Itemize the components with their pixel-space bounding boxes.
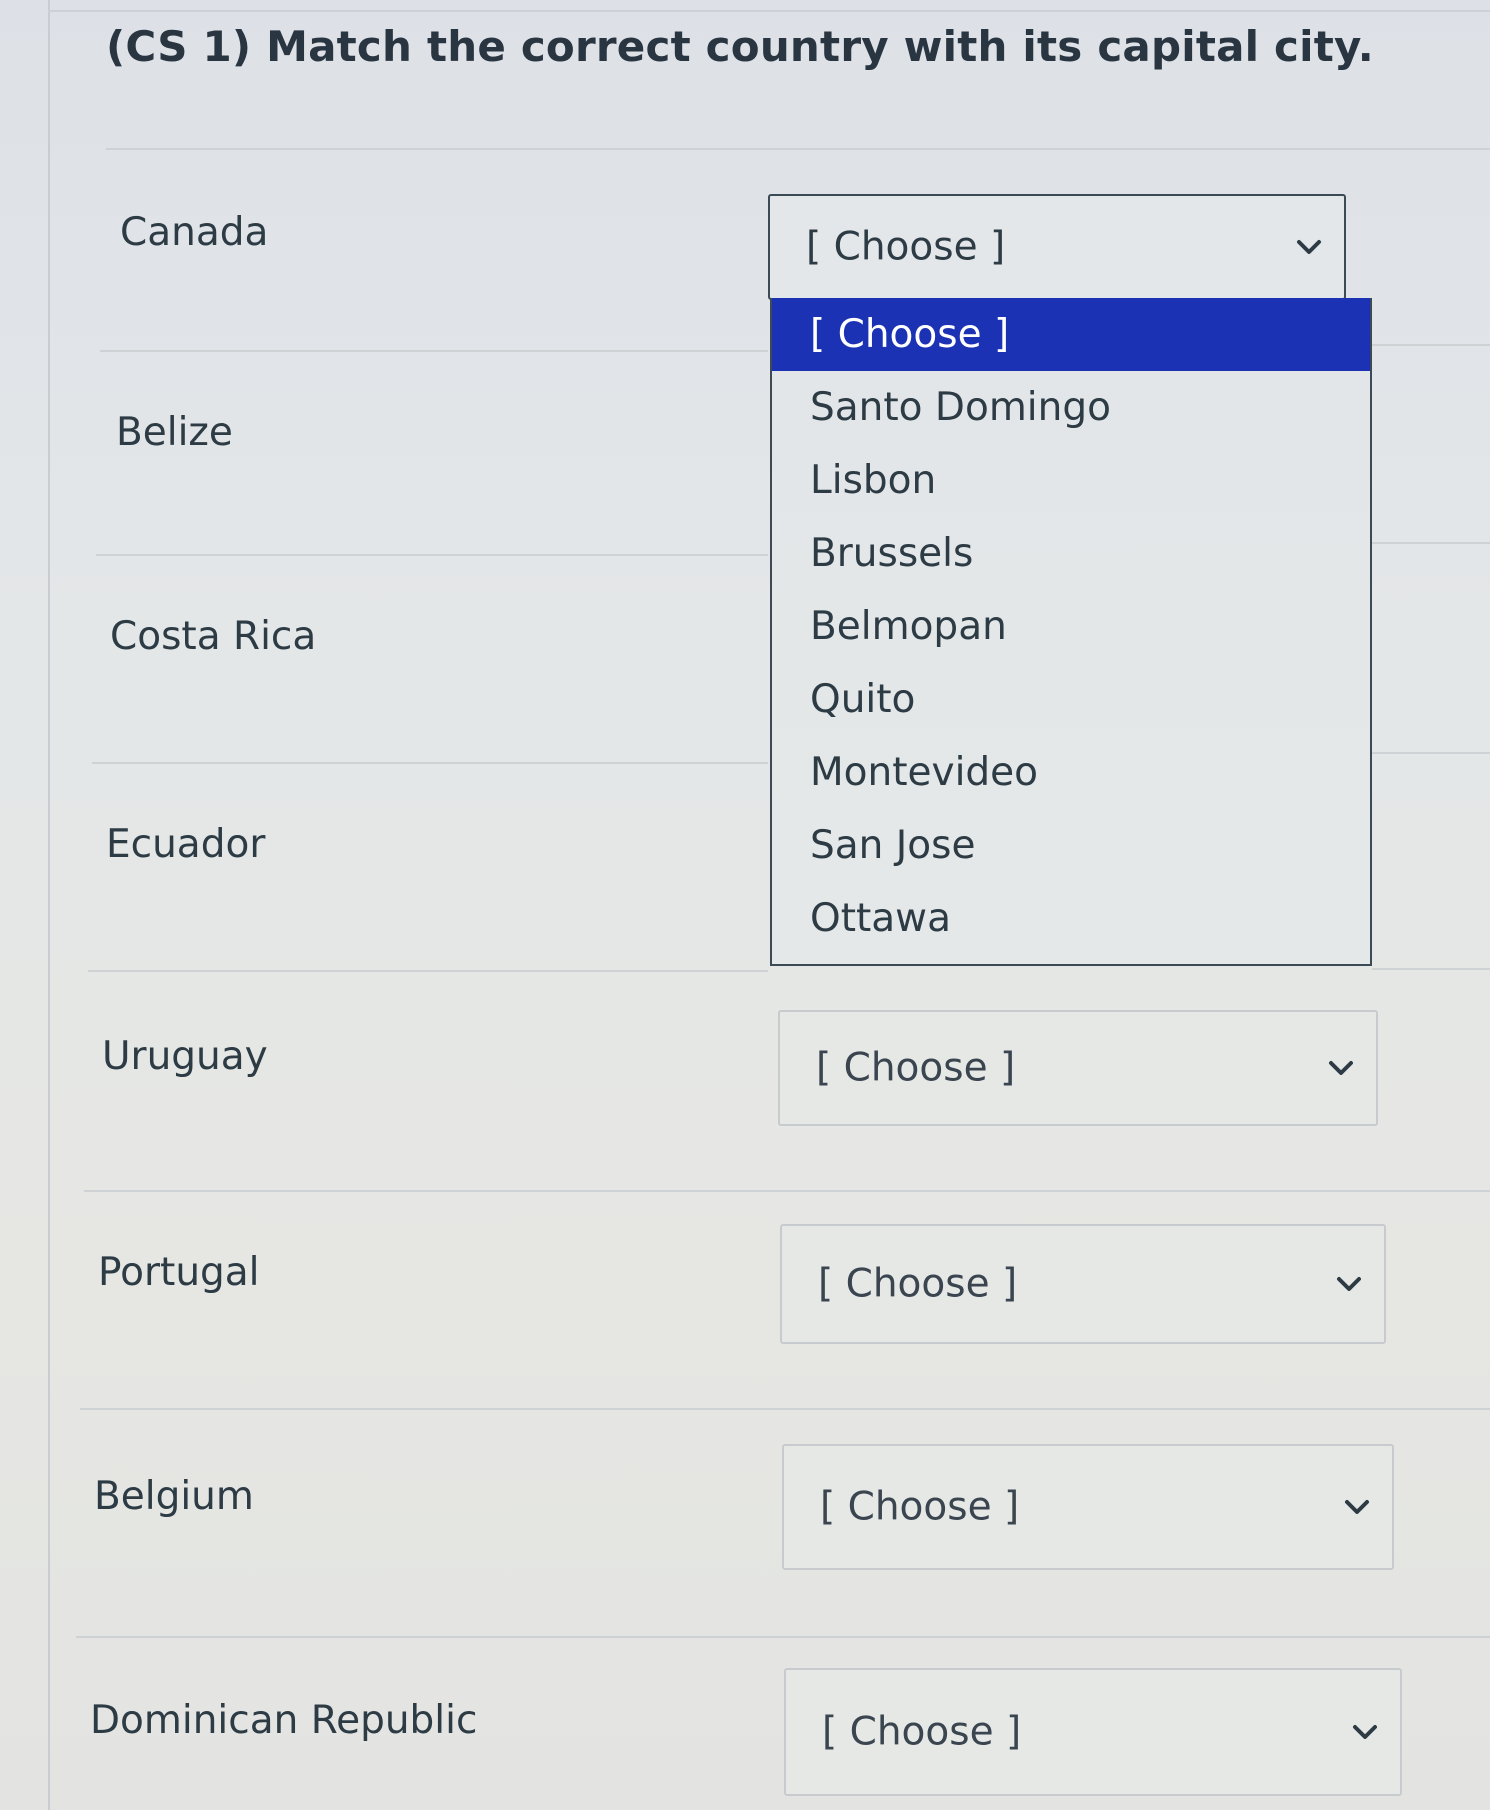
capital-select-canada[interactable]: [ Choose ] (768, 194, 1346, 300)
select-value: [ Choose ] (822, 1709, 1022, 1755)
option-santo-domingo[interactable]: Santo Domingo (772, 371, 1370, 444)
divider (1372, 542, 1490, 544)
divider (88, 970, 768, 972)
option-montevideo[interactable]: Montevideo (772, 736, 1370, 809)
left-border (48, 0, 50, 1810)
select-value: [ Choose ] (818, 1261, 1018, 1307)
divider (1372, 752, 1490, 754)
country-label-ecuador: Ecuador (106, 822, 266, 867)
capital-select-uruguay[interactable]: [ Choose ] (778, 1010, 1378, 1126)
divider (100, 350, 768, 352)
question-title: (CS 1) Match the correct country with it… (106, 22, 1374, 71)
country-label-uruguay: Uruguay (102, 1034, 268, 1079)
option-quito[interactable]: Quito (772, 663, 1370, 736)
capital-select-dominican-republic[interactable]: [ Choose ] (784, 1668, 1402, 1796)
divider (80, 1408, 1490, 1410)
capital-select-belgium[interactable]: [ Choose ] (782, 1444, 1394, 1570)
chevron-down-icon (1345, 1500, 1369, 1514)
country-label-belize: Belize (116, 410, 233, 455)
divider (1372, 968, 1490, 970)
option-lisbon[interactable]: Lisbon (772, 444, 1370, 517)
chevron-down-icon (1297, 240, 1321, 254)
country-label-belgium: Belgium (94, 1474, 254, 1519)
option-belmopan[interactable]: Belmopan (772, 590, 1370, 663)
chevron-down-icon (1337, 1277, 1361, 1291)
country-label-dominican-republic: Dominican Republic (90, 1698, 478, 1743)
capital-options-list: [ Choose ] Santo Domingo Lisbon Brussels… (770, 298, 1372, 966)
option-ottawa[interactable]: Ottawa (772, 882, 1370, 955)
quiz-page: (CS 1) Match the correct country with it… (0, 0, 1490, 1810)
top-border (48, 10, 1490, 12)
divider (84, 1190, 1490, 1192)
select-value: [ Choose ] (820, 1484, 1020, 1530)
divider (106, 148, 1490, 150)
divider (92, 762, 768, 764)
select-value: [ Choose ] (806, 224, 1006, 270)
option-san-jose[interactable]: San Jose (772, 809, 1370, 882)
divider (76, 1636, 1490, 1638)
country-label-portugal: Portugal (98, 1250, 260, 1295)
country-label-costa-rica: Costa Rica (110, 614, 317, 659)
select-value: [ Choose ] (816, 1045, 1016, 1091)
divider (96, 554, 768, 556)
capital-select-portugal[interactable]: [ Choose ] (780, 1224, 1386, 1344)
divider (1372, 344, 1490, 346)
chevron-down-icon (1353, 1725, 1377, 1739)
chevron-down-icon (1329, 1061, 1353, 1075)
option-choose[interactable]: [ Choose ] (772, 298, 1370, 371)
option-brussels[interactable]: Brussels (772, 517, 1370, 590)
country-label-canada: Canada (120, 210, 269, 255)
